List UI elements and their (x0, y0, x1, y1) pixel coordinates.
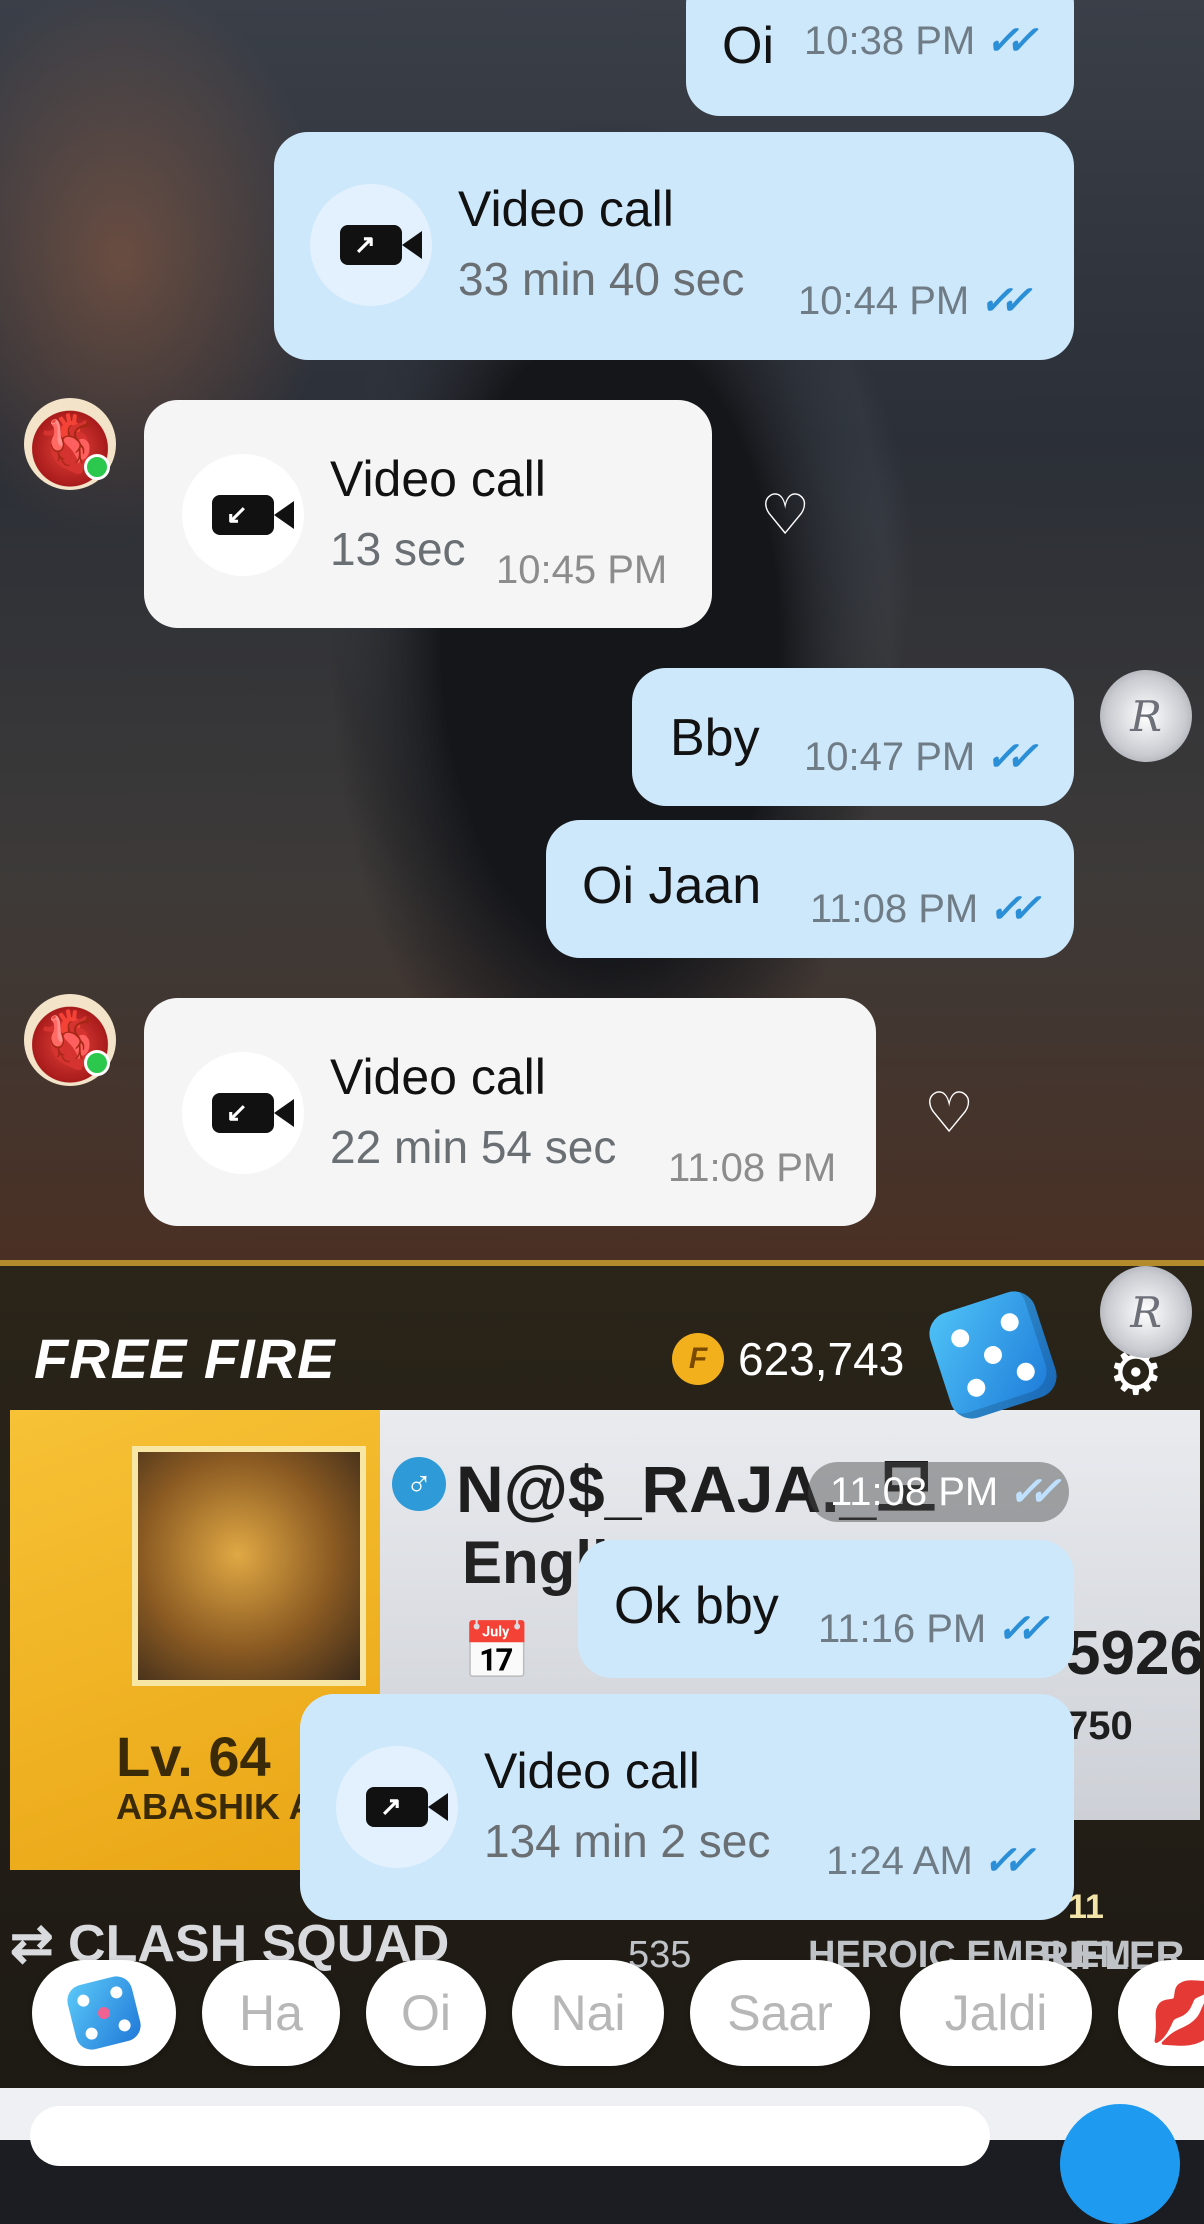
outgoing-video-call-icon: ↗ (366, 1787, 448, 1827)
contact-avatar[interactable]: 🫀 (24, 398, 116, 490)
read-ticks-icon: ✓✓ (979, 279, 1032, 323)
message-time: 1:24 AM ✓✓ (826, 1838, 1036, 1884)
read-ticks-icon: ✓✓ (988, 887, 1041, 931)
message-bubble-outgoing[interactable]: Bby 10:47 PM ✓✓ (632, 668, 1074, 806)
call-title: Video call (484, 1743, 700, 1799)
heart-reaction-icon[interactable]: ♡ (924, 1080, 974, 1146)
message-text: Ok bby (614, 1577, 779, 1635)
video-call-bubble-incoming[interactable]: ↙ Video call 13 sec 10:45 PM (144, 400, 712, 628)
message-time: 10:47 PM ✓✓ (804, 734, 1038, 780)
sticker-time: 11:08 PM ✓✓ (808, 1462, 1070, 1522)
player-level: Lv. 64 (116, 1725, 271, 1788)
message-bubble-outgoing[interactable]: Oi 10:38 PM ✓✓ (686, 0, 1074, 116)
lips-icon: 💋 (1149, 1978, 1204, 2048)
message-time: 10:38 PM ✓✓ (804, 18, 1038, 64)
message-time: 10:44 PM ✓✓ (798, 278, 1032, 324)
video-call-bubble-outgoing[interactable]: ↗ Video call 134 min 2 sec 1:24 AM ✓✓ (300, 1694, 1074, 1920)
free-fire-logo: FREE FIRE (34, 1327, 336, 1390)
message-time: 11:08 PM (668, 1146, 836, 1191)
online-status-dot (84, 1050, 110, 1076)
rank-number: 11 (1068, 1888, 1104, 1926)
read-ticks-icon: ✓✓ (985, 19, 1038, 63)
quick-reply-chip[interactable]: Oi (366, 1960, 486, 2066)
video-call-bubble-incoming[interactable]: ↙ Video call 22 min 54 sec 11:08 PM (144, 998, 876, 1226)
coin-counter: F 623,743 (672, 1332, 904, 1386)
male-icon: ♂ (392, 1457, 446, 1511)
message-time: 11:16 PM ✓✓ (818, 1606, 1049, 1652)
read-ticks-icon: ✓✓ (996, 1607, 1049, 1651)
quick-reply-chip[interactable]: Jaldi (900, 1960, 1092, 2066)
call-title: Video call (330, 1049, 546, 1105)
message-text: Bby (670, 709, 760, 767)
incoming-video-call-icon: ↙ (212, 1093, 294, 1133)
player-small-stat: 750 (1066, 1704, 1133, 1748)
message-time: 11:08 PM ✓✓ (810, 886, 1041, 932)
call-icon-circle: ↙ (182, 454, 304, 576)
read-ticks-icon: ✓✓ (1008, 1470, 1061, 1514)
player-id-fragment: 5926 (1066, 1619, 1204, 1688)
dice-icon (63, 1972, 145, 2054)
message-timestamp: 11:08 PM (668, 1146, 837, 1190)
send-button[interactable] (1060, 2104, 1180, 2224)
call-duration: 134 min 2 sec (484, 1815, 771, 1867)
call-title: Video call (458, 181, 674, 237)
call-icon-circle: ↗ (336, 1746, 458, 1868)
message-time: 10:45 PM (496, 548, 667, 593)
message-text: Oi Jaan (582, 857, 762, 915)
call-duration: 13 sec (330, 523, 466, 575)
incoming-video-call-icon: ↙ (212, 495, 294, 535)
message-timestamp: 10:38 PM (804, 18, 976, 63)
heart-reaction-icon[interactable]: ♡ (760, 482, 810, 548)
dice-button[interactable] (32, 1960, 176, 2066)
message-timestamp: 1:24 AM (826, 1838, 973, 1883)
message-timestamp: 10:44 PM (798, 278, 970, 323)
online-status-dot (84, 454, 110, 480)
call-duration: 33 min 40 sec (458, 253, 745, 305)
read-ticks-icon: ✓✓ (982, 1839, 1036, 1883)
read-ticks-icon: ✓✓ (985, 735, 1038, 779)
call-icon-circle: ↙ (182, 1052, 304, 1174)
message-timestamp: 10:45 PM (496, 548, 668, 592)
message-timestamp: 11:08 PM (810, 886, 979, 931)
coin-icon: F (672, 1333, 724, 1385)
contact-avatar[interactable]: 🫀 (24, 994, 116, 1086)
outgoing-video-call-icon: ↗ (340, 225, 422, 265)
self-avatar[interactable]: R (1100, 1266, 1192, 1358)
message-text: Oi (722, 17, 774, 75)
message-bubble-outgoing[interactable]: Ok bby 11:16 PM ✓✓ (578, 1540, 1074, 1678)
message-input[interactable] (30, 2106, 990, 2166)
message-timestamp: 11:16 PM (818, 1606, 987, 1651)
quick-reply-chip[interactable]: Ha (202, 1960, 340, 2066)
quick-reply-bar: Ha Oi Nai Saar Jaldi 💋 (0, 1960, 1204, 2066)
message-timestamp: 11:08 PM (830, 1469, 999, 1514)
call-title: Video call (330, 451, 546, 507)
message-bubble-outgoing[interactable]: Oi Jaan 11:08 PM ✓✓ (546, 820, 1074, 958)
quick-reply-chip[interactable]: Saar (690, 1960, 870, 2066)
kiss-sticker-button[interactable]: 💋 (1118, 1960, 1204, 2066)
player-portrait (132, 1446, 366, 1686)
call-duration: 22 min 54 sec (330, 1121, 617, 1173)
coin-value: 623,743 (738, 1333, 905, 1385)
call-icon-circle: ↗ (310, 184, 432, 306)
self-avatar[interactable]: R (1100, 670, 1192, 762)
message-timestamp: 10:47 PM (804, 734, 976, 779)
quick-reply-chip[interactable]: Nai (512, 1960, 664, 2066)
video-call-bubble-outgoing[interactable]: ↗ Video call 33 min 40 sec 10:44 PM ✓✓ (274, 132, 1074, 360)
calendar-icon: 📅 (462, 1619, 532, 1682)
